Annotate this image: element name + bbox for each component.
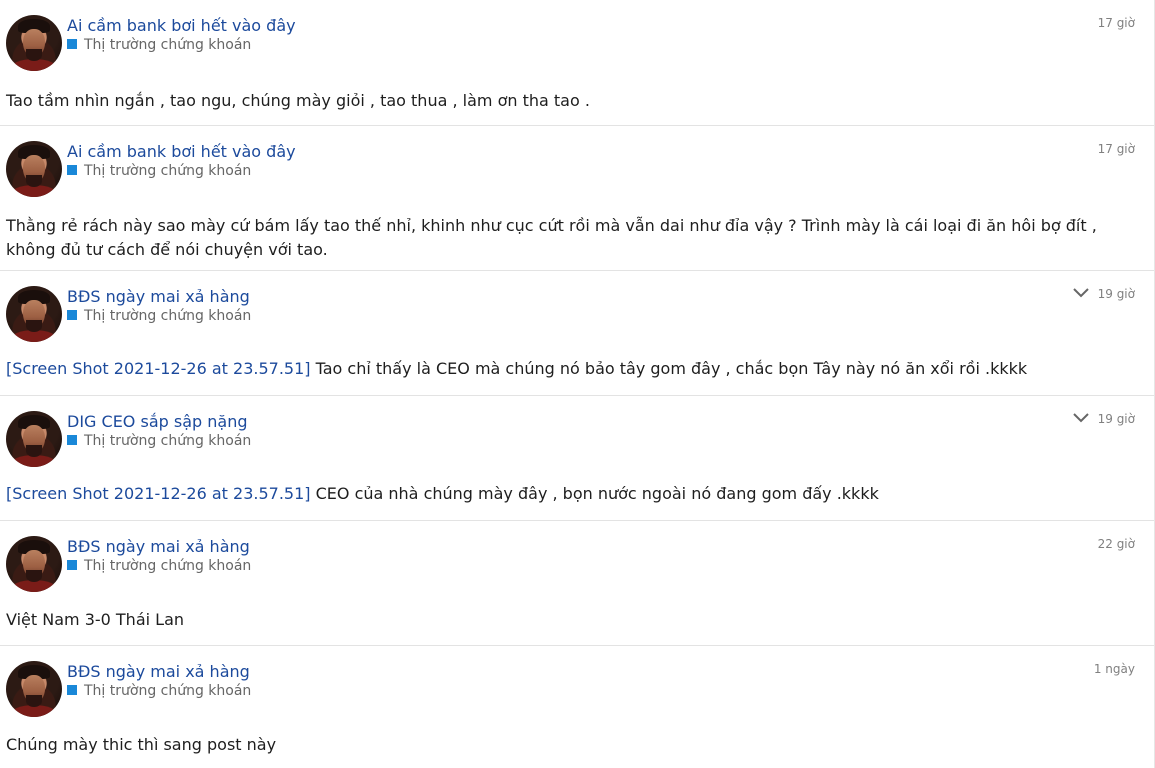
category-label[interactable]: Thị trường chứng khoán <box>84 433 251 449</box>
post-title[interactable]: BĐS ngày mai xả hàng <box>67 287 250 306</box>
post-body-text: Chúng mày thic thì sang post này <box>6 735 277 754</box>
post-body-text: Thằng rẻ rách này sao mày cứ bám lấy tao… <box>6 216 1097 259</box>
category-square-icon <box>67 165 77 175</box>
post-title[interactable]: Ai cầm bank bơi hết vào đây <box>67 16 296 35</box>
post-body-text: Tao tầm nhìn ngắn , tao ngu, chúng mày g… <box>6 91 590 110</box>
chevron-down-icon[interactable] <box>1072 412 1090 424</box>
post-feed: Ai cầm bank bơi hết vào đây Thị trường c… <box>0 0 1155 768</box>
post-body: [Screen Shot 2021-12-26 at 23.57.51] CEO… <box>6 482 1146 506</box>
post-time: 17 giờ <box>1097 16 1135 30</box>
category-label[interactable]: Thị trường chứng khoán <box>84 163 251 179</box>
attachment-link[interactable]: [Screen Shot 2021-12-26 at 23.57.51] <box>6 359 311 378</box>
post-item: Ai cầm bank bơi hết vào đây Thị trường c… <box>0 0 1154 126</box>
post-time: 19 giờ <box>1097 412 1135 426</box>
avatar[interactable] <box>6 141 62 197</box>
post-category[interactable]: Thị trường chứng khoán <box>67 308 251 324</box>
post-category[interactable]: Thị trường chứng khoán <box>67 683 251 699</box>
post-body-text: CEO của nhà chúng mày đây , bọn nước ngo… <box>315 484 879 503</box>
post-category[interactable]: Thị trường chứng khoán <box>67 163 251 179</box>
post-category[interactable]: Thị trường chứng khoán <box>67 37 251 53</box>
post-category[interactable]: Thị trường chứng khoán <box>67 433 251 449</box>
post-title[interactable]: DIG CEO sắp sập nặng <box>67 412 248 431</box>
avatar[interactable] <box>6 286 62 342</box>
post-title[interactable]: Ai cầm bank bơi hết vào đây <box>67 142 296 161</box>
post-body: Thằng rẻ rách này sao mày cứ bám lấy tao… <box>6 214 1146 262</box>
post-time: 17 giờ <box>1097 142 1135 156</box>
category-square-icon <box>67 685 77 695</box>
category-label[interactable]: Thị trường chứng khoán <box>84 558 251 574</box>
post-body: Tao tầm nhìn ngắn , tao ngu, chúng mày g… <box>6 89 1146 113</box>
category-square-icon <box>67 39 77 49</box>
avatar[interactable] <box>6 411 62 467</box>
post-item: Ai cầm bank bơi hết vào đây Thị trường c… <box>0 126 1154 271</box>
post-body-text: Việt Nam 3-0 Thái Lan <box>6 610 185 629</box>
post-body: Việt Nam 3-0 Thái Lan <box>6 608 1146 632</box>
category-square-icon <box>67 435 77 445</box>
attachment-link[interactable]: [Screen Shot 2021-12-26 at 23.57.51] <box>6 484 311 503</box>
post-time: 19 giờ <box>1097 287 1135 301</box>
post-time: 1 ngày <box>1093 662 1135 676</box>
avatar[interactable] <box>6 15 62 71</box>
post-item: BĐS ngày mai xả hàng Thị trường chứng kh… <box>0 646 1154 768</box>
category-square-icon <box>67 310 77 320</box>
post-title[interactable]: BĐS ngày mai xả hàng <box>67 662 250 681</box>
post-body: [Screen Shot 2021-12-26 at 23.57.51] Tao… <box>6 357 1146 381</box>
post-time: 22 giờ <box>1097 537 1135 551</box>
post-item: BĐS ngày mai xả hàng Thị trường chứng kh… <box>0 521 1154 646</box>
avatar[interactable] <box>6 536 62 592</box>
category-label[interactable]: Thị trường chứng khoán <box>84 683 251 699</box>
post-body-text: Tao chỉ thấy là CEO mà chúng nó bảo tây … <box>315 359 1028 378</box>
chevron-down-icon[interactable] <box>1072 287 1090 299</box>
post-title[interactable]: BĐS ngày mai xả hàng <box>67 537 250 556</box>
category-label[interactable]: Thị trường chứng khoán <box>84 308 251 324</box>
post-category[interactable]: Thị trường chứng khoán <box>67 558 251 574</box>
post-body: Chúng mày thic thì sang post này <box>6 733 1146 757</box>
post-item: DIG CEO sắp sập nặng Thị trường chứng kh… <box>0 396 1154 521</box>
post-item: BĐS ngày mai xả hàng Thị trường chứng kh… <box>0 271 1154 396</box>
avatar[interactable] <box>6 661 62 717</box>
category-label[interactable]: Thị trường chứng khoán <box>84 37 251 53</box>
category-square-icon <box>67 560 77 570</box>
